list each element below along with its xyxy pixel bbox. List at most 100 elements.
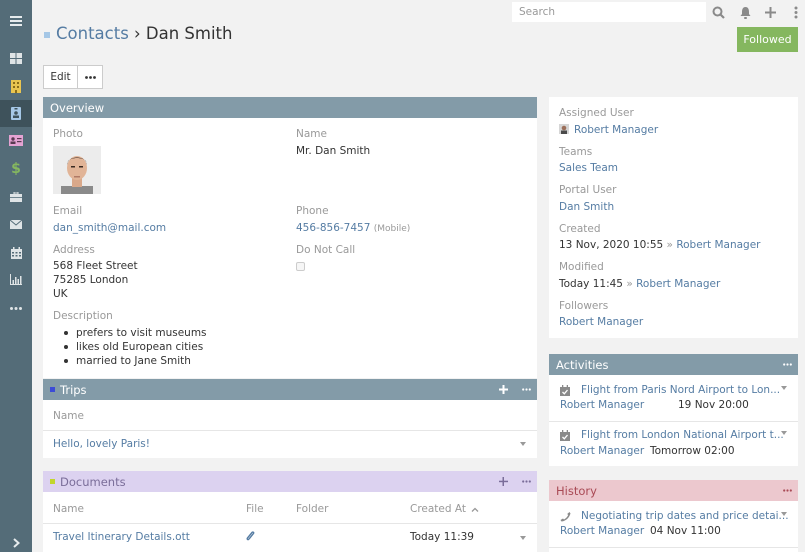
phone-label: Phone xyxy=(296,205,329,217)
created-field: 13 Nov, 2020 10:55 » Robert Manager xyxy=(559,238,760,252)
activity-user-link[interactable]: Robert Manager xyxy=(560,445,644,457)
address-line-3: UK xyxy=(53,288,68,300)
breadcrumb-contacts-link[interactable]: Contacts xyxy=(56,24,129,43)
phone-field: 456-856-7457 (Mobile) xyxy=(296,221,410,236)
address-line-2: 75285 London xyxy=(53,274,129,286)
trips-column-name[interactable]: Name xyxy=(53,410,84,422)
history-title: History xyxy=(556,483,597,498)
sidebar-item-contacts[interactable] xyxy=(0,100,32,127)
user-avatar xyxy=(559,124,569,134)
sidebar-item-cases[interactable] xyxy=(0,183,32,210)
id-card-icon xyxy=(9,135,23,146)
more-actions-button[interactable] xyxy=(77,65,103,89)
phone-type: (Mobile) xyxy=(373,224,411,234)
vertical-menu-icon[interactable] xyxy=(788,4,804,20)
modified-at: Today 11:45 xyxy=(559,278,623,290)
document-row-menu-caret[interactable] xyxy=(520,536,526,540)
building-icon xyxy=(11,80,21,93)
sidebar-item-leads[interactable] xyxy=(0,127,32,154)
documents-column-file[interactable]: File xyxy=(246,503,264,515)
ellipsis-icon xyxy=(783,363,792,366)
briefcase-icon xyxy=(10,191,22,202)
search-icon[interactable] xyxy=(710,4,726,20)
followed-button[interactable]: Followed xyxy=(737,27,798,52)
modified-label: Modified xyxy=(559,261,604,273)
scope-color-marker xyxy=(44,32,50,38)
description-item: prefers to visit museums xyxy=(62,326,207,340)
activity-user-link[interactable]: Robert Manager xyxy=(560,399,644,411)
documents-column-name[interactable]: Name xyxy=(53,503,84,515)
sidebar-item-reports[interactable] xyxy=(0,266,32,293)
description-item: married to Jane Smith xyxy=(62,354,207,368)
followers-link[interactable]: Robert Manager xyxy=(559,315,643,329)
calendar-check-icon xyxy=(560,430,570,444)
sidebar-item-opportunities[interactable]: $ xyxy=(0,155,32,182)
phone-icon xyxy=(560,511,571,525)
portal-user-label: Portal User xyxy=(559,184,617,196)
activities-menu-button[interactable] xyxy=(783,363,792,366)
breadcrumb-separator: › xyxy=(134,24,141,43)
arrow: » xyxy=(666,239,673,251)
sidebar-item-calendar[interactable] xyxy=(0,239,32,266)
sidebar-item-accounts[interactable] xyxy=(0,73,32,100)
contact-photo[interactable] xyxy=(53,146,101,194)
email-label: Email xyxy=(53,205,83,217)
documents-menu-button[interactable] xyxy=(522,480,531,483)
history-date: 04 Nov 11:00 xyxy=(650,525,721,537)
assigned-user-link[interactable]: Robert Manager xyxy=(574,123,658,137)
documents-add-button[interactable] xyxy=(499,477,508,486)
documents-column-folder[interactable]: Folder xyxy=(296,503,328,515)
plus-icon[interactable] xyxy=(762,4,778,20)
email-link[interactable]: dan_smith@mail.com xyxy=(53,221,166,235)
bell-icon[interactable] xyxy=(737,4,753,20)
sidebar-item-home[interactable] xyxy=(0,45,32,72)
search-input[interactable] xyxy=(512,2,706,22)
trips-menu-button[interactable] xyxy=(522,388,531,391)
teams-link[interactable]: Sales Team xyxy=(559,161,618,175)
history-user-link[interactable]: Robert Manager xyxy=(560,525,644,537)
assigned-user-label: Assigned User xyxy=(559,107,634,119)
chevron-right-icon xyxy=(12,537,20,548)
paperclip-icon[interactable] xyxy=(246,531,255,545)
sidebar-collapse-button[interactable] xyxy=(0,529,32,552)
activities-title: Activities xyxy=(556,357,609,372)
menu-toggle-button[interactable] xyxy=(0,7,32,34)
address-label: Address xyxy=(53,244,95,256)
activity-menu-caret[interactable] xyxy=(781,431,787,435)
calendar-check-icon xyxy=(560,385,570,399)
sidebar-item-emails[interactable] xyxy=(0,211,32,238)
hamburger-icon xyxy=(10,15,22,26)
document-created-at: Today 11:39 xyxy=(410,531,474,543)
name-value: Mr. Dan Smith xyxy=(296,145,371,157)
calendar-icon xyxy=(10,246,22,259)
trips-add-button[interactable] xyxy=(499,385,508,394)
history-panel-header: History xyxy=(549,480,798,501)
breadcrumb: Contacts › Dan Smith xyxy=(56,24,232,43)
history-menu-button[interactable] xyxy=(783,489,792,492)
portal-user-link[interactable]: Dan Smith xyxy=(559,200,614,214)
modified-by-link[interactable]: Robert Manager xyxy=(636,278,720,290)
trip-row-menu-caret[interactable] xyxy=(520,442,526,446)
divider xyxy=(43,430,537,431)
description-list: prefers to visit museums likes old Europ… xyxy=(62,326,207,368)
created-by-link[interactable]: Robert Manager xyxy=(676,239,760,251)
ellipsis-icon xyxy=(783,489,792,492)
column-label: Created At xyxy=(410,503,467,515)
sidebar-item-more[interactable] xyxy=(0,295,32,322)
activity-title-link[interactable]: Flight from London National Airport t... xyxy=(581,429,784,441)
trip-row-link[interactable]: Hello, lovely Paris! xyxy=(53,437,150,451)
activity-title-link[interactable]: Flight from Paris Nord Airport to Lon... xyxy=(581,384,780,396)
document-row-link[interactable]: Travel Itinerary Details.ott xyxy=(53,530,190,544)
edit-button[interactable]: Edit xyxy=(43,65,78,89)
activity-menu-caret[interactable] xyxy=(781,386,787,390)
overview-title: Overview xyxy=(50,100,105,115)
ellipsis-icon xyxy=(522,480,531,483)
history-menu-caret[interactable] xyxy=(781,512,787,516)
sort-ascending-icon xyxy=(471,507,479,512)
record-actions: Edit xyxy=(43,65,103,89)
address-line-1: 568 Fleet Street xyxy=(53,260,138,272)
history-title-link[interactable]: Negotiating trip dates and price detai..… xyxy=(581,510,789,522)
contact-badge-icon xyxy=(11,107,21,120)
documents-column-created-at[interactable]: Created At xyxy=(410,503,479,515)
phone-link[interactable]: 456-856-7457 xyxy=(296,222,370,234)
